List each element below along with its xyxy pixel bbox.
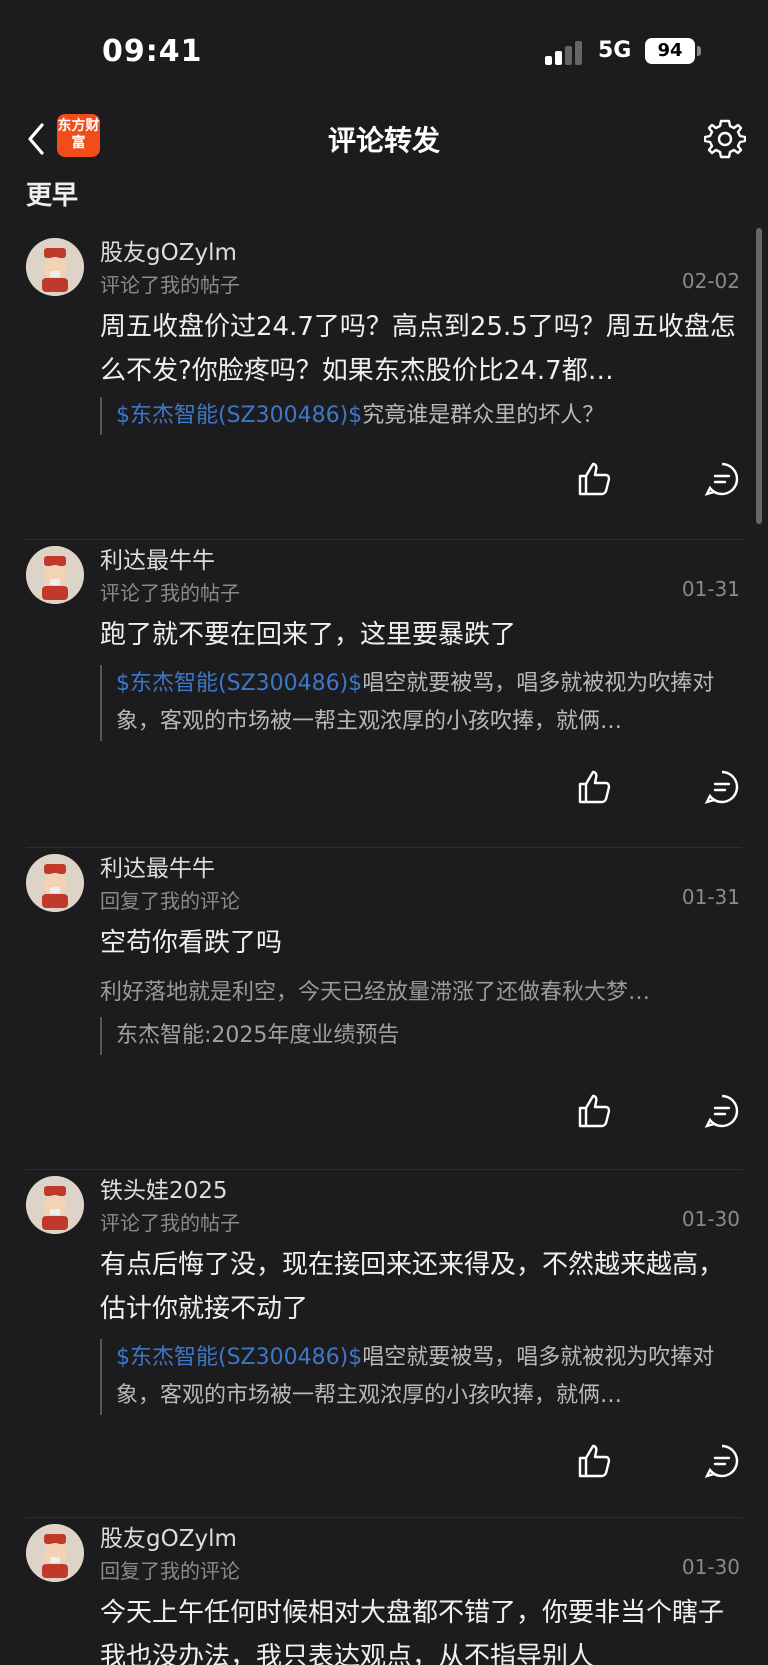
quoted-post[interactable]: $东杰智能(SZ300486)$唱空就要被骂，唱多就被视为吹捧对象，客观的市场被… bbox=[100, 665, 740, 741]
date-label: 01-31 bbox=[681, 577, 740, 601]
stock-link[interactable]: $东杰智能(SZ300486)$ bbox=[116, 403, 362, 428]
comment-body[interactable]: 周五收盘价过24.7了吗？高点到25.5了吗？周五收盘怎么不发?你脸疼吗？如果东… bbox=[100, 305, 740, 393]
username[interactable]: 铁头娃2025 bbox=[100, 1171, 228, 1205]
list-item[interactable]: 股友gOZylm 评论了我的帖子 02-02 周五收盘价过24.7了吗？高点到2… bbox=[0, 233, 768, 523]
reply-icon[interactable] bbox=[704, 769, 740, 805]
like-icon[interactable] bbox=[576, 1093, 612, 1129]
divider bbox=[26, 1517, 742, 1518]
network-type: 5G bbox=[598, 38, 632, 63]
status-time: 09:41 bbox=[102, 34, 203, 69]
like-icon[interactable] bbox=[576, 769, 612, 805]
action-text: 回复了我的评论 bbox=[100, 1559, 240, 1583]
quoted-post[interactable]: 东杰智能:2025年度业绩预告 bbox=[100, 1017, 740, 1055]
date-label: 02-02 bbox=[681, 269, 740, 293]
action-text: 评论了我的帖子 bbox=[100, 581, 240, 605]
avatar[interactable] bbox=[26, 1524, 84, 1582]
comment-body[interactable]: 有点后悔了没，现在接回来还来得及，不然越来越高，估计你就接不动了 bbox=[100, 1243, 740, 1331]
settings-gear-icon[interactable] bbox=[703, 117, 747, 159]
list-item[interactable]: 铁头娃2025 评论了我的帖子 01-30 有点后悔了没，现在接回来还来得及，不… bbox=[0, 1171, 768, 1491]
page-title: 评论转发 bbox=[327, 124, 440, 157]
divider bbox=[26, 847, 742, 848]
comment-body[interactable]: 今天上午任何时候相对大盘都不错了，你要非当个瞎子我也没办法，我只表达观点，从不指… bbox=[100, 1591, 740, 1665]
action-text: 回复了我的评论 bbox=[100, 889, 240, 913]
nav-bar: 东方财富 评论转发 bbox=[0, 105, 768, 173]
like-icon[interactable] bbox=[576, 461, 612, 497]
list-item[interactable]: 利达最牛牛 评论了我的帖子 01-31 跑了就不要在回来了，这里要暴跌了 $东杰… bbox=[0, 541, 768, 831]
action-text: 评论了我的帖子 bbox=[100, 1211, 240, 1235]
date-label: 01-31 bbox=[681, 885, 740, 909]
quoted-post[interactable]: $东杰智能(SZ300486)$唱空就要被骂，唱多就被视为吹捧对象，客观的市场被… bbox=[100, 1339, 740, 1415]
comment-body[interactable]: 跑了就不要在回来了，这里要暴跌了 bbox=[100, 613, 740, 657]
status-bar: 09:41 5G 94 bbox=[0, 0, 768, 105]
action-text: 评论了我的帖子 bbox=[100, 273, 240, 297]
divider bbox=[26, 539, 742, 540]
date-label: 01-30 bbox=[681, 1207, 740, 1231]
list-item[interactable]: 股友gOZylm 回复了我的评论 01-30 今天上午任何时候相对大盘都不错了，… bbox=[0, 1519, 768, 1665]
battery-cap bbox=[697, 46, 701, 56]
stock-link[interactable]: $东杰智能(SZ300486)$ bbox=[116, 1345, 362, 1370]
signal-icon bbox=[545, 41, 585, 65]
avatar[interactable] bbox=[26, 546, 84, 604]
username[interactable]: 股友gOZylm bbox=[100, 1519, 237, 1553]
like-icon[interactable] bbox=[576, 1443, 612, 1479]
username[interactable]: 利达最牛牛 bbox=[100, 541, 215, 575]
stock-link[interactable]: $东杰智能(SZ300486)$ bbox=[116, 671, 362, 696]
username[interactable]: 利达最牛牛 bbox=[100, 849, 215, 883]
quote-text: 究竟谁是群众里的坏人？ bbox=[362, 403, 605, 428]
quote-text: 东杰智能:2025年度业绩预告 bbox=[116, 1023, 400, 1048]
date-label: 01-30 bbox=[681, 1555, 740, 1579]
reply-icon[interactable] bbox=[704, 1443, 740, 1479]
avatar[interactable] bbox=[26, 854, 84, 912]
quoted-post[interactable]: $东杰智能(SZ300486)$究竟谁是群众里的坏人？ bbox=[100, 397, 740, 435]
section-title: 更早 bbox=[26, 181, 79, 211]
notification-list[interactable]: 更早 股友gOZylm 评论了我的帖子 02-02 周五收盘价过24.7了吗？高… bbox=[0, 173, 768, 1665]
username[interactable]: 股友gOZylm bbox=[100, 233, 237, 267]
reply-icon[interactable] bbox=[704, 461, 740, 497]
divider bbox=[26, 1169, 742, 1170]
battery-icon: 94 bbox=[645, 38, 695, 64]
original-comment[interactable]: 利好落地就是利空，今天已经放量滞涨了还做春秋大梦… bbox=[100, 974, 740, 1006]
avatar[interactable] bbox=[26, 1176, 84, 1234]
reply-icon[interactable] bbox=[704, 1093, 740, 1129]
list-item[interactable]: 利达最牛牛 回复了我的评论 01-31 空苟你看跌了吗 利好落地就是利空，今天已… bbox=[0, 849, 768, 1139]
scrollbar[interactable] bbox=[756, 228, 762, 524]
comment-body[interactable]: 空苟你看跌了吗 bbox=[100, 921, 740, 965]
avatar[interactable] bbox=[26, 238, 84, 296]
